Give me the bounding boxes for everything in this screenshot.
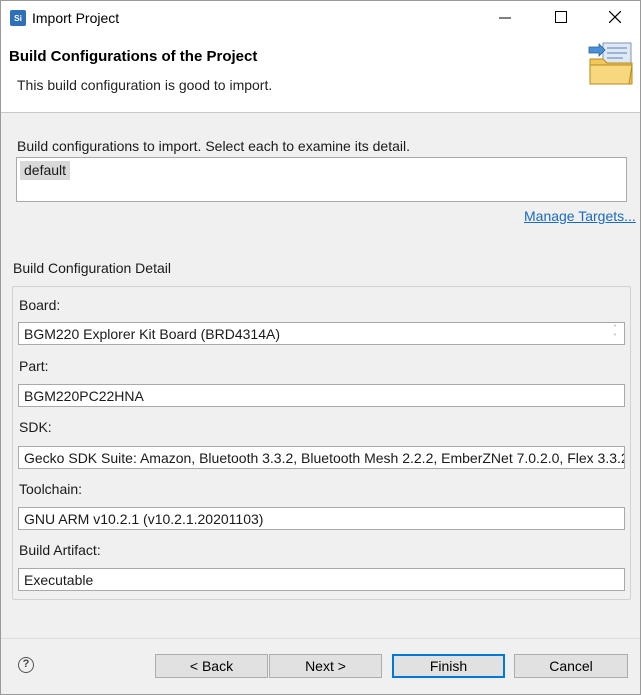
wizard-banner: Build Configurations of the Project This… [1,35,640,113]
build-artifact-label: Build Artifact: [19,542,101,558]
part-field[interactable]: BGM220PC22HNA [18,384,625,407]
title-bar: Si Import Project [1,1,640,35]
sdk-field[interactable]: Gecko SDK Suite: Amazon, Bluetooth 3.3.2… [18,446,625,469]
minimize-button[interactable] [483,1,529,35]
banner-title: Build Configurations of the Project [9,48,258,65]
next-button[interactable]: Next > [269,654,382,678]
toolchain-label: Toolchain: [19,481,83,497]
banner-message: This build configuration is good to impo… [17,77,273,93]
cancel-button[interactable]: Cancel [514,654,628,678]
sdk-value: Gecko SDK Suite: Amazon, Bluetooth 3.3.2… [24,450,625,466]
maximize-icon [555,11,567,23]
toolchain-field[interactable]: GNU ARM v10.2.1 (v10.2.1.20201103) [18,507,625,530]
configurations-list[interactable]: default [16,157,627,202]
configurations-label: Build configurations to import. Select e… [17,138,410,154]
import-folder-icon [588,42,633,85]
footer-divider [1,638,640,639]
finish-button[interactable]: Finish [392,654,505,678]
part-value: BGM220PC22HNA [24,388,144,404]
spinner-icon[interactable]: ˄ ˅ [609,324,621,343]
app-icon: Si [10,10,26,26]
help-icon[interactable]: ? [18,657,34,673]
list-item[interactable]: default [20,161,71,180]
minimize-icon [499,17,511,19]
toolchain-value: GNU ARM v10.2.1 (v10.2.1.20201103) [24,511,264,527]
window-title: Import Project [32,10,120,26]
close-icon [609,11,621,23]
build-artifact-value: Executable [24,572,94,588]
close-button[interactable] [593,1,639,35]
detail-heading: Build Configuration Detail [13,260,171,276]
board-value: BGM220 Explorer Kit Board (BRD4314A) [24,326,280,342]
part-label: Part: [19,358,49,374]
sdk-label: SDK: [19,419,52,435]
board-label: Board: [19,297,61,313]
back-button[interactable]: < Back [155,654,268,678]
import-project-dialog: Si Import Project Build Configurations o… [0,0,641,695]
manage-targets-link[interactable]: Manage Targets... [524,208,636,224]
maximize-button[interactable] [539,1,585,35]
board-field[interactable]: BGM220 Explorer Kit Board (BRD4314A) ˄ ˅ [18,322,625,345]
build-artifact-field[interactable]: Executable [18,568,625,591]
